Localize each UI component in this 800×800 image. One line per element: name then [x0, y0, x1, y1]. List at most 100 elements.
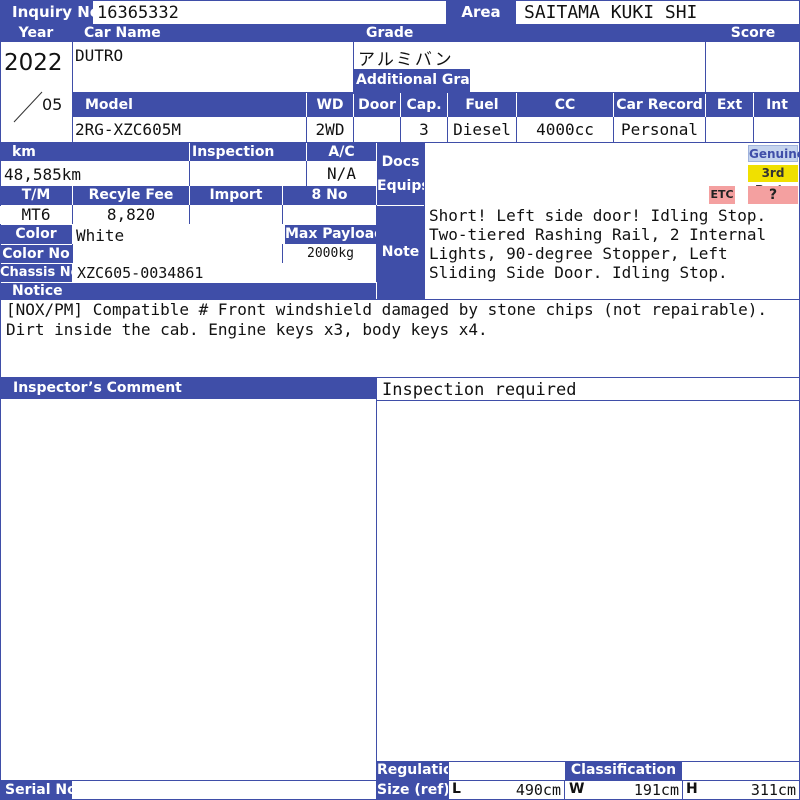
grade-value: アルミバン [358, 45, 703, 67]
door-value [354, 119, 400, 141]
cap-label: Cap. [401, 93, 447, 117]
classification-label: Classification [565, 761, 682, 780]
max-payload-value: 2000kg [283, 245, 376, 263]
km-value: 48,585km [4, 163, 188, 185]
notice-value: [NOX/PM] Compatible # Front windshield d… [6, 300, 786, 344]
recycle-fee-label: Recyle Fee [73, 186, 189, 205]
tm-label: T/M [0, 186, 72, 205]
chassis-no-label: Chassis No [0, 264, 72, 282]
car-name-value: DUTRO [75, 46, 351, 68]
grid-line [72, 244, 73, 263]
notice-label: Notice [0, 283, 376, 299]
grid-line [353, 117, 354, 142]
size-ref-label: Size (ref) [377, 781, 448, 800]
third-party-badge: 3rd Party [748, 165, 798, 197]
regulation-label: Regulation [377, 761, 448, 780]
grid-line [189, 161, 190, 186]
color-no-label: Color No [0, 245, 72, 263]
wd-value: 2WD [307, 119, 353, 141]
size-w-value: 191cm [587, 782, 681, 799]
classification-value [683, 762, 799, 780]
color-value: White [76, 226, 281, 244]
regulation-value [449, 762, 564, 780]
grade-label: Grade [354, 24, 706, 42]
month-value: 05 [42, 95, 63, 114]
grid-line [424, 142, 425, 300]
chassis-no-value: XZC605-0034861 [77, 264, 376, 282]
note-label: Note [377, 206, 424, 299]
color-no-value [73, 245, 282, 263]
tm-value: MT6 [0, 206, 72, 224]
grid-line [0, 377, 800, 378]
cc-value: 4000cc [517, 119, 613, 141]
grid-line [613, 117, 614, 142]
grid-line [448, 761, 449, 800]
fuel-label: Fuel [448, 93, 516, 117]
docs-equips-label: Docs Equips [377, 143, 424, 205]
size-l-value: 490cm [468, 782, 563, 799]
car-name-label: Car Name [72, 24, 354, 42]
inquiry-no-value: 16365332 [93, 1, 446, 23]
genuine-badge: Genuine [748, 145, 800, 162]
int-label: Int [754, 93, 800, 117]
import-label: Import [190, 186, 282, 205]
ac-value: N/A [307, 163, 376, 185]
equips-label: Equips [377, 178, 424, 194]
max-payload-label: Max Payload [285, 225, 376, 244]
grid-line [0, 780, 377, 781]
note-value: Short! Left side door! Idling Stop. Two-… [429, 206, 774, 298]
grid-line [72, 205, 73, 224]
ext-label: Ext [706, 93, 753, 117]
grid-line [282, 205, 283, 224]
wd-label: WD [307, 93, 353, 117]
area-label: Area [446, 0, 516, 24]
grid-line [516, 117, 517, 142]
model-value: 2RG-XZC605M [75, 119, 305, 141]
grid-line [400, 117, 401, 142]
serial-no-label: Serial No [0, 781, 72, 800]
color-label: Color [0, 225, 72, 244]
cap-value: 3 [401, 119, 447, 141]
eight-no-label: 8 No [283, 186, 376, 205]
size-h-value: 311cm [702, 782, 798, 799]
inspection-value [191, 163, 306, 185]
ac-label: A/C [307, 143, 376, 161]
year-month-divider [13, 91, 43, 123]
grid-line [189, 205, 190, 224]
grid-line [753, 117, 754, 142]
size-w-label: W [569, 781, 585, 799]
inquiry-no-label: Inquiry No [0, 0, 93, 24]
area-value: SAITAMA KUKI SHI [516, 1, 799, 23]
grid-line [447, 117, 448, 142]
inspection-status-value: Inspection required [382, 379, 792, 399]
model-label: Model [73, 93, 306, 117]
inspectors-comment-label: Inspector’s Comment [0, 377, 376, 399]
year-label: Year [0, 24, 72, 42]
grid-line [377, 400, 800, 401]
grid-line [564, 781, 565, 800]
serial-no-value [73, 782, 376, 799]
grid-line [705, 117, 706, 142]
cc-label: CC [517, 93, 613, 117]
docs-label: Docs [381, 154, 420, 170]
km-label: km [0, 143, 189, 161]
car-record-label: Car Record [614, 93, 705, 117]
grid-line [306, 117, 307, 142]
fuel-value: Diesel [448, 119, 516, 141]
inspection-label: Inspection [190, 143, 306, 161]
door-label: Door [354, 93, 400, 117]
car-record-value: Personal [614, 119, 705, 141]
size-l-label: L [452, 781, 466, 799]
question-badge: ? [748, 186, 798, 204]
size-h-label: H [686, 781, 700, 799]
etc-badge: ETC [709, 186, 735, 204]
recycle-fee-value: 8,820 [73, 206, 189, 224]
grid-line [306, 161, 307, 186]
grid-line [282, 244, 283, 263]
score-label: Score [706, 24, 800, 42]
grid-line [705, 42, 706, 94]
additional-grade-label: Additional Grade [354, 69, 470, 92]
grid-line [376, 377, 377, 800]
grid-line [682, 781, 683, 800]
grid-line [377, 761, 800, 762]
